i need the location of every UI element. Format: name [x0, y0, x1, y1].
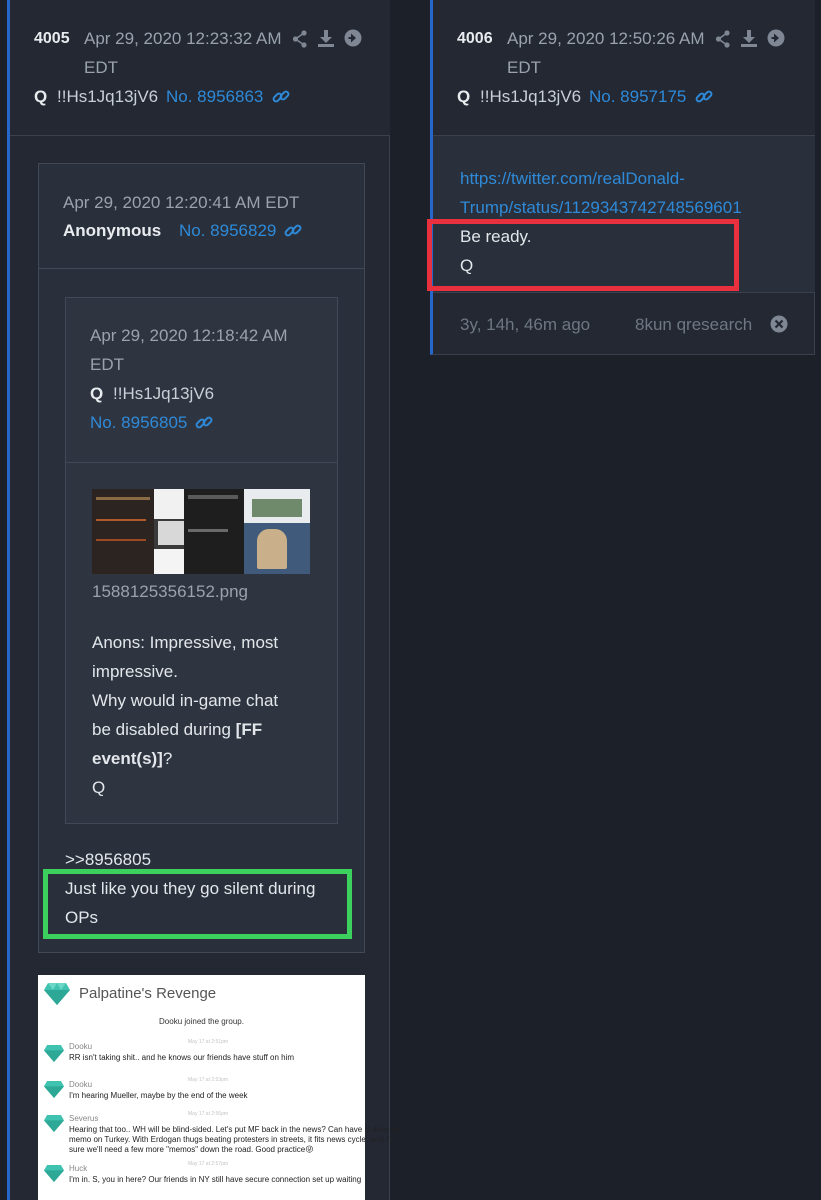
post-tripcode: !!Hs1Jq13jV6 — [57, 87, 159, 106]
chat-timestamp: May 17 at 2:56pm — [188, 1111, 229, 1117]
chat-text: sure we'll need a few more "memos" down … — [69, 1145, 314, 1154]
close-icon[interactable] — [770, 315, 788, 338]
post-4006-footer: 3y, 14h, 46m ago 8kun qresearch — [433, 293, 815, 355]
post-date-tz: EDT — [507, 58, 541, 77]
body-line: event(s)]? — [92, 744, 322, 773]
forward-icon[interactable] — [344, 29, 362, 52]
thumb-panel — [96, 539, 146, 541]
thumb-panel — [158, 521, 184, 545]
gem-icon — [44, 1115, 64, 1137]
chat-text: I'm hearing Mueller, maybe by the end of… — [69, 1091, 248, 1100]
bold-text: [FF — [235, 720, 263, 739]
quoted-post-anonymous: Apr 29, 2020 12:20:41 AM EDT Anonymous N… — [38, 163, 365, 953]
nested-author: Q — [90, 384, 104, 403]
body-line: Why would in-game chat — [92, 691, 279, 710]
gem-icon — [44, 1165, 64, 1187]
thumb-panel — [188, 495, 238, 499]
chat-sender: Severus — [69, 1114, 99, 1123]
post-source[interactable]: 8kun qresearch — [635, 315, 752, 335]
attachment-filename[interactable]: 1588125356152.png — [92, 582, 248, 602]
post-4006-header: 4006 Apr 29, 2020 12:50:26 AM EDT Q !!Hs… — [433, 0, 815, 136]
quoted-date: Apr 29, 2020 12:20:41 AM EDT — [63, 193, 300, 212]
thumb-panel — [252, 499, 302, 517]
thumb-panel — [96, 497, 150, 500]
chat-text: RR isn't taking shit.. and he knows our … — [69, 1053, 295, 1062]
nested-post-header: Apr 29, 2020 12:18:42 AM EDT Q !!Hs1Jq13… — [66, 298, 337, 463]
post-4005-card: 4005 Apr 29, 2020 12:23:32 AM EDT Q !!Hs… — [7, 0, 400, 1200]
thumb-panel — [154, 489, 184, 519]
download-icon[interactable] — [740, 29, 758, 53]
tweet-url-line[interactable]: Trump/status/1129343742748569601 — [460, 193, 742, 222]
signoff: Q — [92, 778, 106, 797]
gem-icon — [44, 1045, 64, 1067]
post-4006-card: 4006 Apr 29, 2020 12:50:26 AM EDT Q !!Hs… — [427, 0, 815, 355]
chat-text: I'm in. S, you in here? Our friends in N… — [69, 1175, 362, 1184]
chat-message: May 17 at 2:51pm Dooku RR isn't taking s… — [38, 1035, 365, 1075]
red-highlight-box — [427, 219, 739, 291]
thumb-panel — [92, 489, 154, 574]
chat-title: Palpatine's Revenge — [79, 985, 217, 1002]
thumb-panel — [96, 519, 146, 521]
share-icon[interactable] — [715, 30, 731, 53]
bold-text: event(s)] — [92, 749, 163, 768]
body-line: Anons: Impressive, most — [92, 633, 279, 652]
post-link[interactable]: No. 8956863 — [166, 87, 263, 107]
chat-message: May 17 at 2:57pm Huck I'm in. S, you in … — [38, 1161, 365, 1200]
nested-date: Apr 29, 2020 12:18:42 AM — [90, 326, 288, 345]
post-author: Q — [34, 87, 48, 106]
chat-timestamp: May 17 at 2:57pm — [188, 1161, 229, 1167]
green-highlight-box — [43, 869, 352, 939]
post-date: Apr 29, 2020 12:23:32 AM — [84, 29, 282, 48]
post-number: 4006 — [457, 30, 493, 47]
chat-timestamp: May 17 at 2:53pm — [188, 1077, 229, 1083]
download-icon[interactable] — [317, 29, 335, 53]
body-line-text: ? — [162, 749, 173, 768]
post-date: Apr 29, 2020 12:50:26 AM — [507, 29, 705, 48]
nested-q-post: Apr 29, 2020 12:18:42 AM EDT Q !!Hs1Jq13… — [65, 297, 338, 824]
quoted-post-header: Apr 29, 2020 12:20:41 AM EDT Anonymous N… — [39, 164, 364, 269]
nested-tripcode: !!Hs1Jq13jV6 — [113, 384, 215, 403]
chat-sender: Huck — [69, 1164, 88, 1173]
chat-message: May 17 at 2:56pm Severus Hearing that to… — [38, 1111, 400, 1161]
thumb-panel — [154, 549, 184, 574]
chat-sender: Dooku — [69, 1042, 93, 1051]
nested-post-link[interactable]: No. 8956805 — [90, 413, 187, 433]
thumb-panel — [257, 529, 287, 569]
chat-system-msg: Dooku joined the group. — [159, 1017, 244, 1026]
post-link[interactable]: No. 8957175 — [589, 87, 686, 107]
chat-message: May 17 at 2:53pm Dooku I'm hearing Muell… — [38, 1075, 365, 1111]
body-line: be disabled during [FF — [92, 715, 322, 744]
quoted-post-link[interactable]: No. 8956829 — [179, 221, 276, 241]
quoted-author: Anonymous — [63, 221, 162, 240]
link-icon[interactable] — [271, 87, 291, 112]
attachment-thumbnail[interactable] — [92, 489, 310, 574]
nested-date-tz: EDT — [90, 355, 124, 374]
share-icon[interactable] — [292, 30, 308, 53]
post-4006-body: https://twitter.com/realDonald- Trump/st… — [427, 136, 815, 293]
chat-sender: Dooku — [69, 1080, 93, 1089]
post-number: 4005 — [34, 30, 70, 47]
gem-icon — [44, 1081, 64, 1103]
post-date-tz: EDT — [84, 58, 118, 77]
thumb-panel — [188, 529, 228, 532]
link-icon[interactable] — [194, 413, 214, 438]
link-icon[interactable] — [694, 87, 714, 112]
gem-icon — [44, 983, 70, 1010]
nested-post-body: Anons: Impressive, most impressive. Why … — [92, 628, 322, 802]
post-author: Q — [457, 87, 471, 106]
chat-timestamp: May 17 at 2:51pm — [188, 1039, 229, 1045]
tweet-url[interactable]: https://twitter.com/realDonald- Trump/st… — [460, 164, 742, 222]
post-tripcode: !!Hs1Jq13jV6 — [480, 87, 582, 106]
chat-screenshot: Palpatine's Revenge Dooku joined the gro… — [38, 975, 400, 1200]
chat-text: Hearing that too.. WH will be blind-side… — [69, 1125, 401, 1134]
post-4005-header: 4005 Apr 29, 2020 12:23:32 AM EDT Q !!Hs… — [10, 0, 390, 136]
tweet-url-line[interactable]: https://twitter.com/realDonald- — [460, 164, 742, 193]
body-line: impressive. — [92, 662, 178, 681]
post-age: 3y, 14h, 46m ago — [460, 315, 591, 334]
chat-text: memo on Turkey. With Erdogan thugs beati… — [69, 1135, 397, 1144]
forward-icon[interactable] — [767, 29, 785, 52]
body-line-text: be disabled during — [92, 720, 236, 739]
link-icon[interactable] — [283, 221, 303, 246]
